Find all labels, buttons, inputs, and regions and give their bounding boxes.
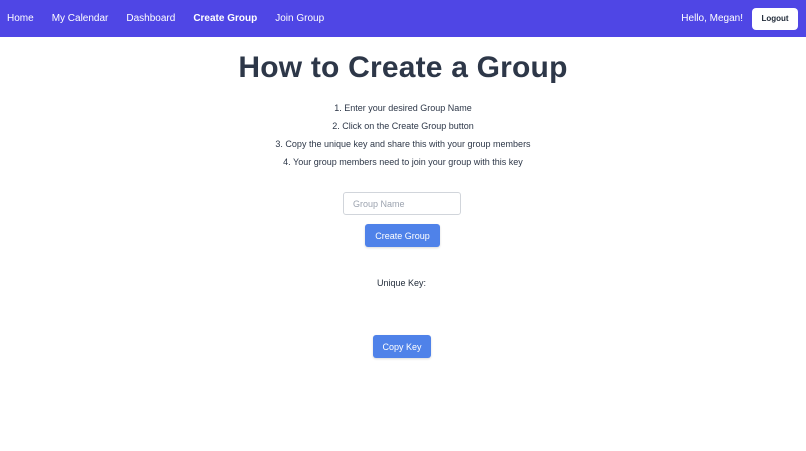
nav-link-my-calendar[interactable]: My Calendar [52, 0, 109, 37]
instruction-step: 1. Enter your desired Group Name [334, 103, 472, 113]
instruction-step: 2. Click on the Create Group button [332, 121, 474, 131]
nav-link-join-group[interactable]: Join Group [275, 0, 324, 37]
logout-button[interactable]: Logout [752, 7, 798, 30]
copy-key-button[interactable]: Copy Key [373, 335, 431, 358]
top-navbar: Home My Calendar Dashboard Create Group … [0, 0, 806, 37]
instruction-step: 4. Your group members need to join your … [283, 157, 523, 167]
unique-key-label: Unique Key: [376, 278, 427, 288]
user-greeting: Hello, Megan! [681, 13, 743, 24]
page-title: How to Create a Group [238, 51, 568, 84]
unique-key-display: Unique Key: [0, 278, 806, 288]
instruction-step: 3. Copy the unique key and share this wi… [275, 139, 531, 149]
nav-link-dashboard[interactable]: Dashboard [126, 0, 175, 37]
instruction-steps: 1. Enter your desired Group Name 2. Clic… [0, 100, 806, 172]
create-group-button[interactable]: Create Group [365, 224, 440, 247]
nav-link-create-group[interactable]: Create Group [193, 0, 257, 37]
group-name-input[interactable] [343, 192, 461, 215]
nav-link-home[interactable]: Home [7, 0, 34, 37]
nav-user-area: Hello, Megan! Logout [681, 0, 806, 37]
nav-links: Home My Calendar Dashboard Create Group … [0, 0, 342, 37]
